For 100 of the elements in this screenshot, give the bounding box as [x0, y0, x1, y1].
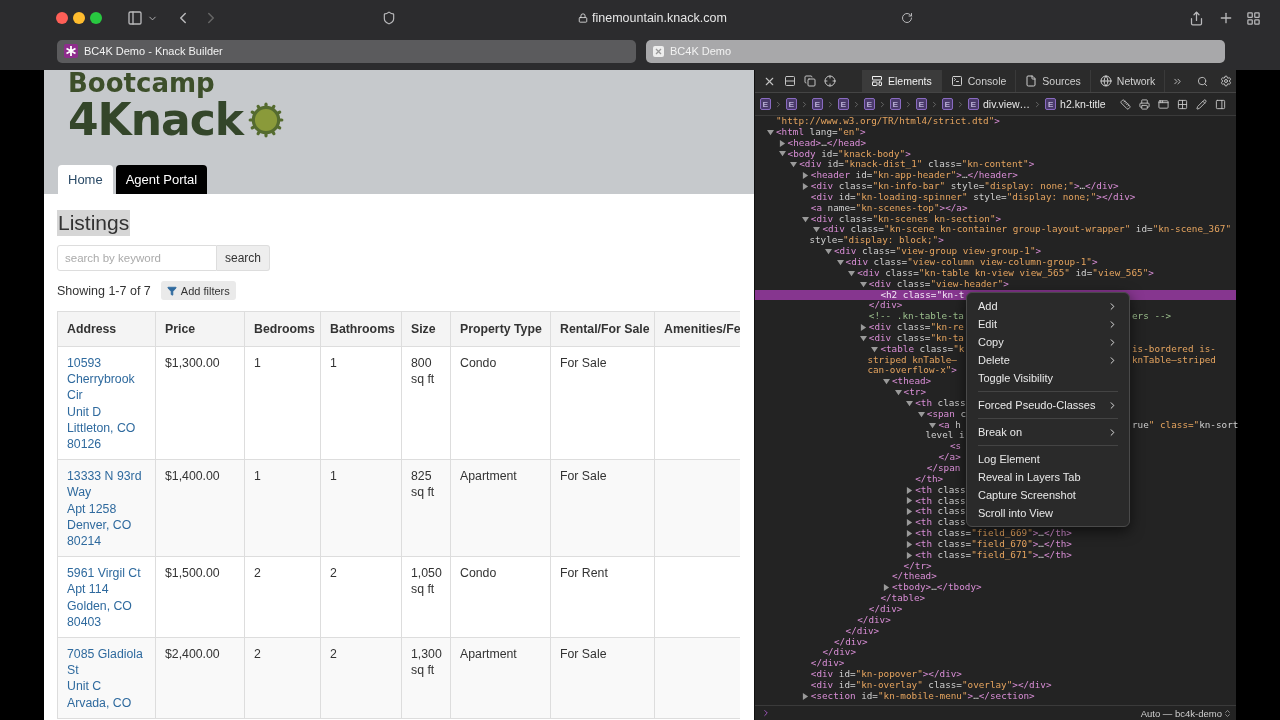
menu-item[interactable]: Reveal in Layers Tab [972, 468, 1124, 486]
code-text[interactable]: <tr> [903, 387, 926, 398]
collapsed-triangle-icon[interactable] [883, 584, 890, 592]
code-text[interactable]: <a name="kn-scenes-top"></a> [810, 202, 968, 214]
code-text[interactable]: <span c [926, 408, 966, 420]
expanded-triangle-icon[interactable] [859, 334, 867, 342]
browser-tab[interactable]: BC4K Demo - Knack Builder [57, 39, 636, 63]
collapsed-triangle-icon[interactable] [801, 692, 809, 700]
expanded-triangle-icon[interactable] [801, 215, 809, 223]
console-prompt-icon[interactable] [761, 708, 771, 718]
context-selector[interactable]: Auto — bc4k-demo [1140, 707, 1222, 719]
menu-item[interactable]: Copy [972, 333, 1124, 351]
code-text[interactable]: <section id="kn-mobile-menu">…</section> [810, 690, 1035, 702]
column-header[interactable]: Price [155, 311, 245, 347]
code-text[interactable]: <!-- .kn-table-ta [868, 311, 964, 323]
code-text[interactable]: <div class="kn-table kn-view view_565" id="view_565"> [857, 267, 1154, 279]
code-text[interactable]: "http://www.w3.org/TR/html4/strict.dtd"> [776, 116, 1000, 127]
tab-overview-icon[interactable] [1245, 10, 1261, 26]
code-text[interactable]: <body id="knack-body"> [787, 148, 911, 160]
address-link[interactable]: Unit D [67, 403, 148, 420]
column-header[interactable]: Size [401, 311, 451, 347]
column-header[interactable]: Property Type [450, 311, 551, 347]
expanded-triangle-icon[interactable] [836, 258, 844, 266]
code-text[interactable]: <div class="kn-scenes kn-section"> [810, 213, 1002, 225]
menu-item[interactable]: Delete [972, 351, 1124, 369]
menu-item[interactable]: Scroll into View [972, 504, 1124, 522]
breadcrumb[interactable]: E [890, 98, 901, 110]
collapsed-triangle-icon[interactable] [906, 551, 914, 559]
expanded-triangle-icon[interactable] [894, 389, 902, 396]
breadcrumb[interactable]: E [916, 98, 927, 110]
code-text[interactable]: <div class="view-column view-column-group-1"> [845, 256, 1098, 268]
devtools-tab[interactable]: Network [1090, 70, 1166, 92]
sidebar-icon[interactable] [127, 10, 143, 26]
code-text[interactable]: <thead> [892, 376, 932, 388]
grid-icon[interactable] [1176, 98, 1188, 110]
collapsed-triangle-icon[interactable] [906, 540, 914, 548]
code-text[interactable]: <th class="field_669">…</th> [915, 528, 1072, 539]
code-text[interactable]: style="display: block;"> [809, 235, 944, 247]
code-text[interactable]: <div id="kn-popover"></div> [810, 669, 962, 680]
column-header[interactable]: Address [57, 311, 156, 347]
code-text[interactable]: <s [950, 441, 962, 453]
expanded-triangle-icon[interactable] [767, 128, 774, 136]
address-link[interactable]: 10593 Cherrybrook Cir [67, 355, 148, 404]
collapsed-triangle-icon[interactable] [906, 519, 914, 527]
address-link[interactable]: Littleton, CO 80126 [67, 419, 148, 453]
search-field[interactable]: search by keyword [57, 245, 217, 271]
settings-icon[interactable] [1220, 75, 1233, 87]
column-header[interactable]: Bedrooms [244, 311, 321, 347]
code-text[interactable]: <head>…</head> [787, 137, 866, 149]
expanded-triangle-icon[interactable] [929, 421, 937, 429]
ruler-icon[interactable] [1119, 98, 1131, 110]
expanded-triangle-icon[interactable] [825, 248, 832, 256]
collapsed-triangle-icon[interactable] [906, 497, 914, 505]
code-text[interactable]: <th class [915, 517, 966, 529]
shield-icon[interactable] [382, 11, 396, 25]
code-text[interactable]: <div class="kn-info-bar" style="display: none;">…</div> [810, 181, 1119, 192]
printer-icon[interactable] [1138, 98, 1150, 110]
code-text[interactable]: <th class [915, 495, 966, 507]
menu-item[interactable]: Add [972, 297, 1124, 315]
code-text[interactable]: <html lang="en"> [776, 126, 866, 138]
code-text[interactable]: <th class [915, 506, 966, 518]
breadcrumb[interactable]: E [864, 98, 875, 110]
collapsed-triangle-icon[interactable] [778, 139, 786, 147]
expanded-triangle-icon[interactable] [778, 150, 786, 158]
menu-item[interactable]: Break on [972, 423, 1124, 441]
code-text[interactable]: striped knTable— [867, 354, 957, 366]
window-icon[interactable] [1157, 98, 1169, 110]
sidebar-icon[interactable] [1214, 98, 1226, 110]
address-link[interactable]: Apt 114 [67, 581, 148, 598]
menu-item[interactable]: Log Element [972, 450, 1124, 468]
stepper-icon[interactable] [1223, 708, 1232, 718]
code-text[interactable]: <div class="kn-ta [868, 332, 964, 344]
breadcrumb[interactable]: E [786, 98, 797, 110]
code-text[interactable]: <table class="k [880, 343, 965, 355]
undock-icon[interactable] [804, 75, 816, 87]
address-link[interactable]: 7085 Gladiola St [67, 646, 148, 679]
expanded-triangle-icon[interactable] [848, 269, 856, 277]
column-header[interactable]: Amenities/Fe [654, 311, 740, 347]
devtools-tab[interactable]: Console [941, 70, 1017, 92]
address-link[interactable]: 5961 Virgil Ct [67, 565, 148, 582]
devtools-tab[interactable]: Sources [1016, 70, 1091, 92]
code-text[interactable]: <th class="field_671">…</th> [915, 549, 1072, 561]
breadcrumb[interactable]: E h2.kn-title [1045, 98, 1106, 110]
code-text[interactable]: can-overflow-x"> [867, 365, 957, 377]
collapsed-triangle-icon[interactable] [906, 486, 914, 494]
collapsed-triangle-icon[interactable] [801, 183, 809, 190]
expanded-triangle-icon[interactable] [883, 378, 890, 386]
expanded-triangle-icon[interactable] [790, 161, 798, 169]
code-text[interactable]: <th class [915, 484, 966, 496]
share-icon[interactable] [1188, 10, 1204, 26]
address-link[interactable]: Apt 1258 [67, 500, 148, 517]
expanded-triangle-icon[interactable] [917, 410, 925, 418]
code-text[interactable]: <header id="kn-app-header">…</header> [810, 170, 1018, 182]
expanded-triangle-icon[interactable] [859, 280, 867, 288]
collapsed-triangle-icon[interactable] [801, 172, 809, 180]
address-link[interactable]: 13333 N 93rd Way [67, 468, 148, 501]
expanded-triangle-icon[interactable] [871, 345, 879, 353]
code-text[interactable]: <a h [938, 419, 961, 431]
code-text[interactable]: <div id="knack-dist_1" class="kn-content"> [799, 159, 1035, 171]
address-link[interactable]: Golden, CO 80403 [67, 597, 148, 631]
